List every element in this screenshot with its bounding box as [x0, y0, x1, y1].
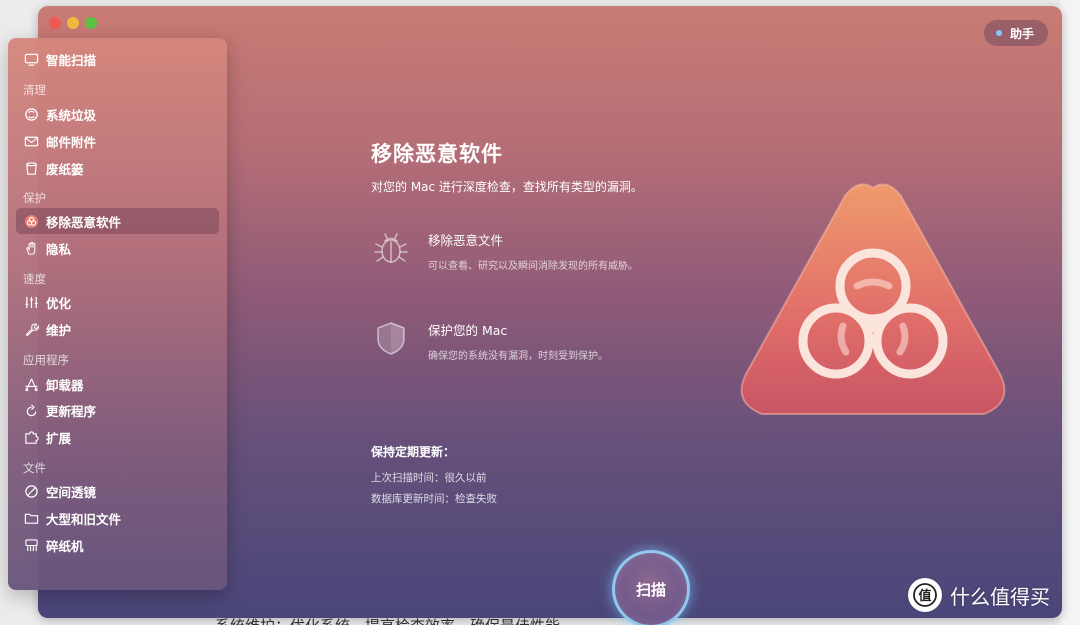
sidebar-item-remove-malware[interactable]: 移除恶意软件 — [16, 208, 219, 234]
biohazard-icon — [16, 214, 46, 229]
sidebar-item-label: 废纸篓 — [46, 161, 84, 177]
sidebar-item-label: 智能扫描 — [46, 52, 97, 68]
watermark-logo-icon: 值 — [913, 583, 937, 607]
sidebar-section-protection: 保护 — [23, 191, 46, 205]
sidebar-item-label: 系统垃圾 — [46, 107, 97, 123]
sidebar-item-label: 维护 — [46, 322, 72, 338]
sidebar-item-label: 空间透镜 — [46, 484, 97, 500]
watermark-badge-text: 值 — [918, 588, 931, 604]
scan-button[interactable]: 扫描 — [612, 550, 690, 625]
watermark-badge: 值 — [908, 578, 942, 612]
hand-icon — [16, 241, 46, 256]
watermark: 值 什么值得买 — [908, 578, 1050, 612]
page-title: 移除恶意软件 — [371, 142, 503, 166]
wrench-icon — [16, 322, 46, 337]
sidebar-item-updater[interactable]: 更新程序 — [16, 397, 219, 423]
sliders-icon — [16, 295, 46, 310]
mail-icon — [16, 134, 46, 149]
folder-icon — [16, 511, 46, 526]
sidebar-section-files: 文件 — [23, 461, 46, 475]
sidebar-item-trash[interactable]: 废纸篓 — [16, 155, 219, 181]
maintenance-title: 保持定期更新： — [371, 445, 456, 459]
assistant-button[interactable]: 助手 — [983, 20, 1048, 46]
sidebar-item-label: 邮件附件 — [46, 134, 97, 150]
uninstaller-icon — [16, 377, 46, 392]
sidebar-item-maintenance[interactable]: 维护 — [16, 316, 219, 342]
sidebar-item-privacy[interactable]: 隐私 — [16, 235, 219, 261]
maintenance-info: 保持定期更新： 上次扫描时间：很久以前 数据库更新时间：检查失败 — [371, 443, 497, 506]
trash-icon — [16, 161, 46, 176]
sidebar-item-system-junk[interactable]: 系统垃圾 — [16, 101, 219, 127]
shredder-icon — [16, 538, 46, 553]
background-right-strip — [1060, 0, 1080, 625]
sidebar-item-label: 优化 — [46, 295, 72, 311]
watermark-text: 什么值得买 — [950, 584, 1050, 609]
sidebar-item-label: 更新程序 — [46, 403, 97, 419]
window-close-button[interactable] — [49, 17, 61, 29]
updater-icon — [16, 403, 46, 418]
sidebar-item-label: 卸载器 — [46, 377, 84, 393]
sidebar-item-label: 隐私 — [46, 241, 72, 257]
assistant-label: 助手 — [1009, 26, 1034, 41]
screenshot-page: 系统维护：优化系统，提高检查效率，确保最佳性能。 助手 移除恶意软件 对您的 M… — [0, 0, 1080, 625]
sidebar-item-label: 大型和旧文件 — [46, 511, 122, 527]
sidebar-item-label: 扩展 — [46, 430, 72, 446]
sidebar-item-label: 移除恶意软件 — [46, 214, 122, 230]
page-subtitle: 对您的 Mac 进行深度检查，查找所有类型的漏洞。 — [371, 180, 643, 194]
feature-description: 可以查看、研究以及瞬间消除发现的所有威胁。 — [428, 261, 638, 272]
window-minimize-button[interactable] — [67, 17, 79, 29]
sidebar-item-shredder[interactable]: 碎纸机 — [16, 532, 219, 558]
system-junk-icon — [16, 107, 46, 122]
sidebar-item-smart-scan[interactable]: 智能扫描 — [16, 46, 219, 72]
bug-icon — [374, 233, 408, 263]
extensions-icon — [16, 430, 46, 445]
assistant-dot-icon — [995, 30, 1002, 36]
sidebar-item-label: 碎纸机 — [46, 538, 84, 554]
sidebar-item-large-old-files[interactable]: 大型和旧文件 — [16, 505, 219, 531]
feature-protect-mac: 保护您的 Mac 确保您的系统没有漏洞，时刻受到保护。 — [371, 318, 608, 362]
last-scan-time: 上次扫描时间：很久以前 — [371, 472, 487, 484]
sidebar-section-cleanup: 清理 — [23, 83, 46, 97]
sidebar-section-speed: 速度 — [23, 272, 46, 286]
biohazard-hero-icon — [740, 183, 1006, 415]
monitor-icon — [16, 52, 46, 67]
feature-title: 移除恶意文件 — [428, 233, 504, 248]
window-zoom-button[interactable] — [85, 17, 97, 29]
sidebar: 智能扫描 清理 系统垃圾 邮件附件 废纸篓 保护 移除恶意软件 隐私 速度 优化… — [8, 38, 227, 590]
feature-title: 保护您的 Mac — [428, 323, 508, 338]
database-update-time: 数据库更新时间：检查失败 — [371, 493, 497, 505]
feature-description: 确保您的系统没有漏洞，时刻受到保护。 — [428, 351, 608, 362]
sidebar-item-optimization[interactable]: 优化 — [16, 289, 219, 315]
sidebar-item-space-lens[interactable]: 空间透镜 — [16, 478, 219, 504]
sidebar-item-uninstaller[interactable]: 卸载器 — [16, 371, 219, 397]
sidebar-item-extensions[interactable]: 扩展 — [16, 424, 219, 450]
space-lens-icon — [16, 484, 46, 499]
sidebar-section-applications: 应用程序 — [23, 353, 69, 367]
shield-icon — [377, 322, 405, 355]
sidebar-item-mail-attachments[interactable]: 邮件附件 — [16, 128, 219, 154]
feature-remove-malware: 移除恶意文件 可以查看、研究以及瞬间消除发现的所有威胁。 — [371, 228, 638, 272]
